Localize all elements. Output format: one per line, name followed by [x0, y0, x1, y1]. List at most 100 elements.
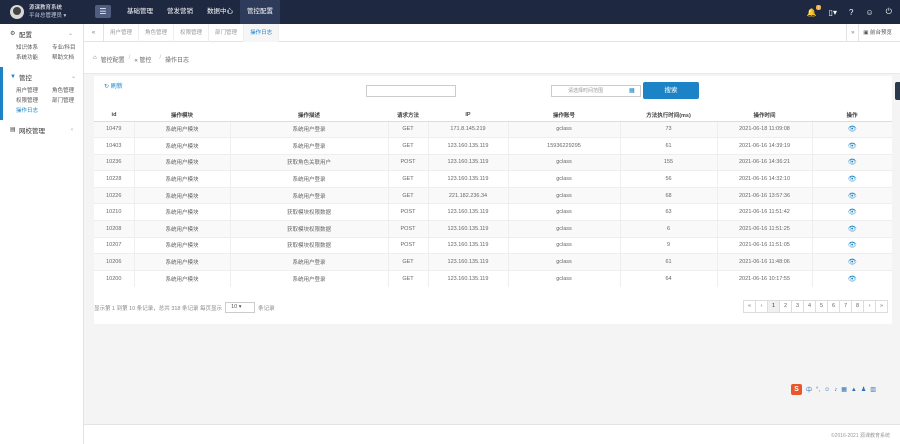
- menu-toggle-button[interactable]: ☰: [95, 5, 111, 18]
- date-range-input[interactable]: 请选择时间范围: [551, 85, 641, 97]
- page-info-prefix: 显示第 1 到第 10 条记录，总共 318 条记录 每页显示: [94, 305, 223, 312]
- ime-emoji-icon[interactable]: ☺: [824, 387, 830, 393]
- view-eye-icon[interactable]: 👁: [848, 276, 857, 283]
- sidebar-item-system-function[interactable]: 系统功能: [16, 53, 52, 61]
- col-account[interactable]: 操作账号: [508, 109, 620, 122]
- table-row: 10210 系统用户模块 获取模块权限数据 POST 123.160.135.119 gc…: [94, 203, 892, 221]
- col-description[interactable]: 操作描述: [230, 109, 388, 122]
- sidebar-item-subject[interactable]: 专业/科目: [52, 43, 88, 51]
- cell-ip: 123.160.135.119: [428, 253, 509, 271]
- cell-id: 10210: [94, 203, 135, 221]
- ime-chinese-icon[interactable]: 中: [806, 385, 812, 394]
- nav-basic[interactable]: 基础管理: [120, 0, 160, 24]
- sidebar-item-departments[interactable]: 部门管理: [52, 96, 88, 104]
- view-eye-icon[interactable]: 👁: [848, 143, 857, 150]
- ime-punct-icon[interactable]: °,: [816, 387, 820, 393]
- footer: ©2016-2021 源课教育系统: [84, 424, 900, 444]
- app-name: 源课教育系统: [29, 5, 63, 11]
- ime-logo-icon[interactable]: S: [791, 384, 802, 395]
- tab-operation-log[interactable]: 操作日志: [244, 23, 280, 42]
- search-button[interactable]: 搜索: [643, 82, 699, 99]
- cell-op-time: 2021-06-16 14:39:19: [717, 137, 813, 155]
- table-row: 10228 系统用户模块 系统用户登录 GET 123.160.135.119 gclas…: [94, 170, 892, 188]
- page-size-select[interactable]: 10 ▾: [225, 302, 256, 313]
- breadcrumb-separator: /: [128, 55, 131, 61]
- cell-account: gclass: [508, 153, 621, 171]
- cell-account: gclass: [508, 236, 621, 254]
- page-button[interactable]: »: [875, 300, 888, 313]
- col-id[interactable]: id: [94, 109, 134, 122]
- ime-keyboard-icon[interactable]: ▦: [841, 386, 847, 393]
- sidebar-item-knowledge[interactable]: 知识体系: [16, 43, 52, 51]
- cell-account: gclass: [508, 269, 621, 287]
- bell-icon[interactable]: 🔔 7: [807, 4, 821, 17]
- sidebar-item-roles[interactable]: 角色管理: [52, 86, 88, 94]
- view-eye-icon[interactable]: 👁: [848, 209, 857, 216]
- ime-mic-icon[interactable]: ♪: [834, 387, 837, 393]
- sidebar-item-users[interactable]: 用户管理: [16, 86, 52, 94]
- user-icon[interactable]: ☺: [866, 8, 874, 17]
- view-eye-icon[interactable]: 👁: [848, 126, 857, 133]
- col-module[interactable]: 操作模块: [134, 109, 230, 122]
- breadcrumb-home[interactable]: 管控配置: [101, 55, 125, 64]
- tab-departments[interactable]: 部门管理: [209, 23, 245, 42]
- breadcrumb: ⌂ 管控配置 / « 管控 / 操作日志: [93, 55, 193, 64]
- cell-id: 10228: [94, 170, 135, 188]
- sidebar-section-school[interactable]: ▤ 网校管理 ‹: [10, 120, 73, 139]
- power-icon[interactable]: ⏻: [886, 7, 892, 17]
- cell-ip: 123.160.135.119: [428, 203, 509, 221]
- ime-user-icon[interactable]: ▲: [851, 387, 857, 393]
- sidebar-item-help-docs[interactable]: 帮助文档: [52, 53, 88, 61]
- tab-scroll-right-icon[interactable]: »: [846, 23, 858, 42]
- col-ip[interactable]: IP: [428, 109, 508, 122]
- view-eye-icon[interactable]: 👁: [848, 159, 857, 166]
- cell-method: GET: [388, 170, 429, 188]
- calendar-icon[interactable]: ▦: [629, 87, 635, 94]
- tab-users[interactable]: 用户管理: [104, 23, 140, 42]
- user-role-menu[interactable]: 平台总管理员 ▾: [29, 12, 66, 20]
- view-eye-icon[interactable]: 👁: [848, 193, 857, 200]
- brand: 源课教育系统 平台总管理员 ▾: [0, 0, 84, 24]
- cell-ip: 171.8.145.219: [428, 120, 509, 138]
- help-icon[interactable]: ?: [849, 8, 853, 17]
- sidebar-item-operation-log[interactable]: 操作日志: [16, 106, 52, 114]
- cell-exec-time: 56: [620, 170, 718, 188]
- view-eye-icon[interactable]: 👁: [848, 259, 857, 266]
- mobile-icon[interactable]: ▯▾: [829, 8, 837, 17]
- frontend-preview-button[interactable]: ▣ 前台预览: [858, 23, 900, 42]
- cell-description: 系统用户登录: [230, 186, 389, 204]
- ime-grid-icon[interactable]: ▥: [870, 386, 876, 393]
- building-icon: ▤: [10, 127, 16, 133]
- sidebar-item-permissions[interactable]: 权限管理: [16, 96, 52, 104]
- log-card: ↻ 刷新 请选择时间范围 ▦ 搜索 id 操作模块 操作描述 请求方法 IP 操…: [94, 76, 892, 324]
- cell-op-time: 2021-06-16 11:51:42: [717, 203, 813, 221]
- cell-action: 👁: [812, 186, 892, 204]
- col-exec-time[interactable]: 方法执行时间(ms): [620, 109, 717, 122]
- refresh-button[interactable]: ↻ 刷新: [104, 81, 123, 90]
- cell-exec-time: 6: [620, 220, 718, 238]
- view-eye-icon[interactable]: 👁: [848, 176, 857, 183]
- tab-permissions[interactable]: 权限管理: [174, 23, 210, 42]
- cell-account: gclass: [508, 253, 621, 271]
- view-eye-icon[interactable]: 👁: [848, 242, 857, 249]
- keyword-input[interactable]: [366, 85, 456, 97]
- cell-method: POST: [388, 236, 429, 254]
- breadcrumb-mid[interactable]: « 管控: [134, 55, 155, 64]
- tab-scroll-left-icon[interactable]: «: [84, 23, 104, 42]
- sidebar-section-control[interactable]: ▼ 管控 ⌄: [10, 67, 76, 86]
- col-method[interactable]: 请求方法: [388, 109, 428, 122]
- nav-control-config[interactable]: 管控配置: [240, 0, 280, 24]
- nav-data-center[interactable]: 数据中心: [200, 0, 240, 24]
- tab-roles[interactable]: 角色管理: [139, 23, 175, 42]
- avatar[interactable]: [10, 5, 24, 19]
- top-nav: 基础管理 营发营销 数据中心 管控配置: [120, 0, 280, 24]
- col-op-time[interactable]: 操作时间: [717, 109, 812, 122]
- right-side-tab[interactable]: [895, 82, 900, 100]
- nav-marketing[interactable]: 营发营销: [160, 0, 200, 24]
- cell-exec-time: 68: [620, 186, 718, 204]
- cell-exec-time: 155: [620, 153, 718, 171]
- ime-shirt-icon[interactable]: ♟: [861, 386, 866, 393]
- page-info-suffix: 条记录: [258, 305, 275, 312]
- view-eye-icon[interactable]: 👁: [848, 226, 857, 233]
- sidebar-section-config[interactable]: ⚙ 配置 ⌄: [10, 24, 73, 43]
